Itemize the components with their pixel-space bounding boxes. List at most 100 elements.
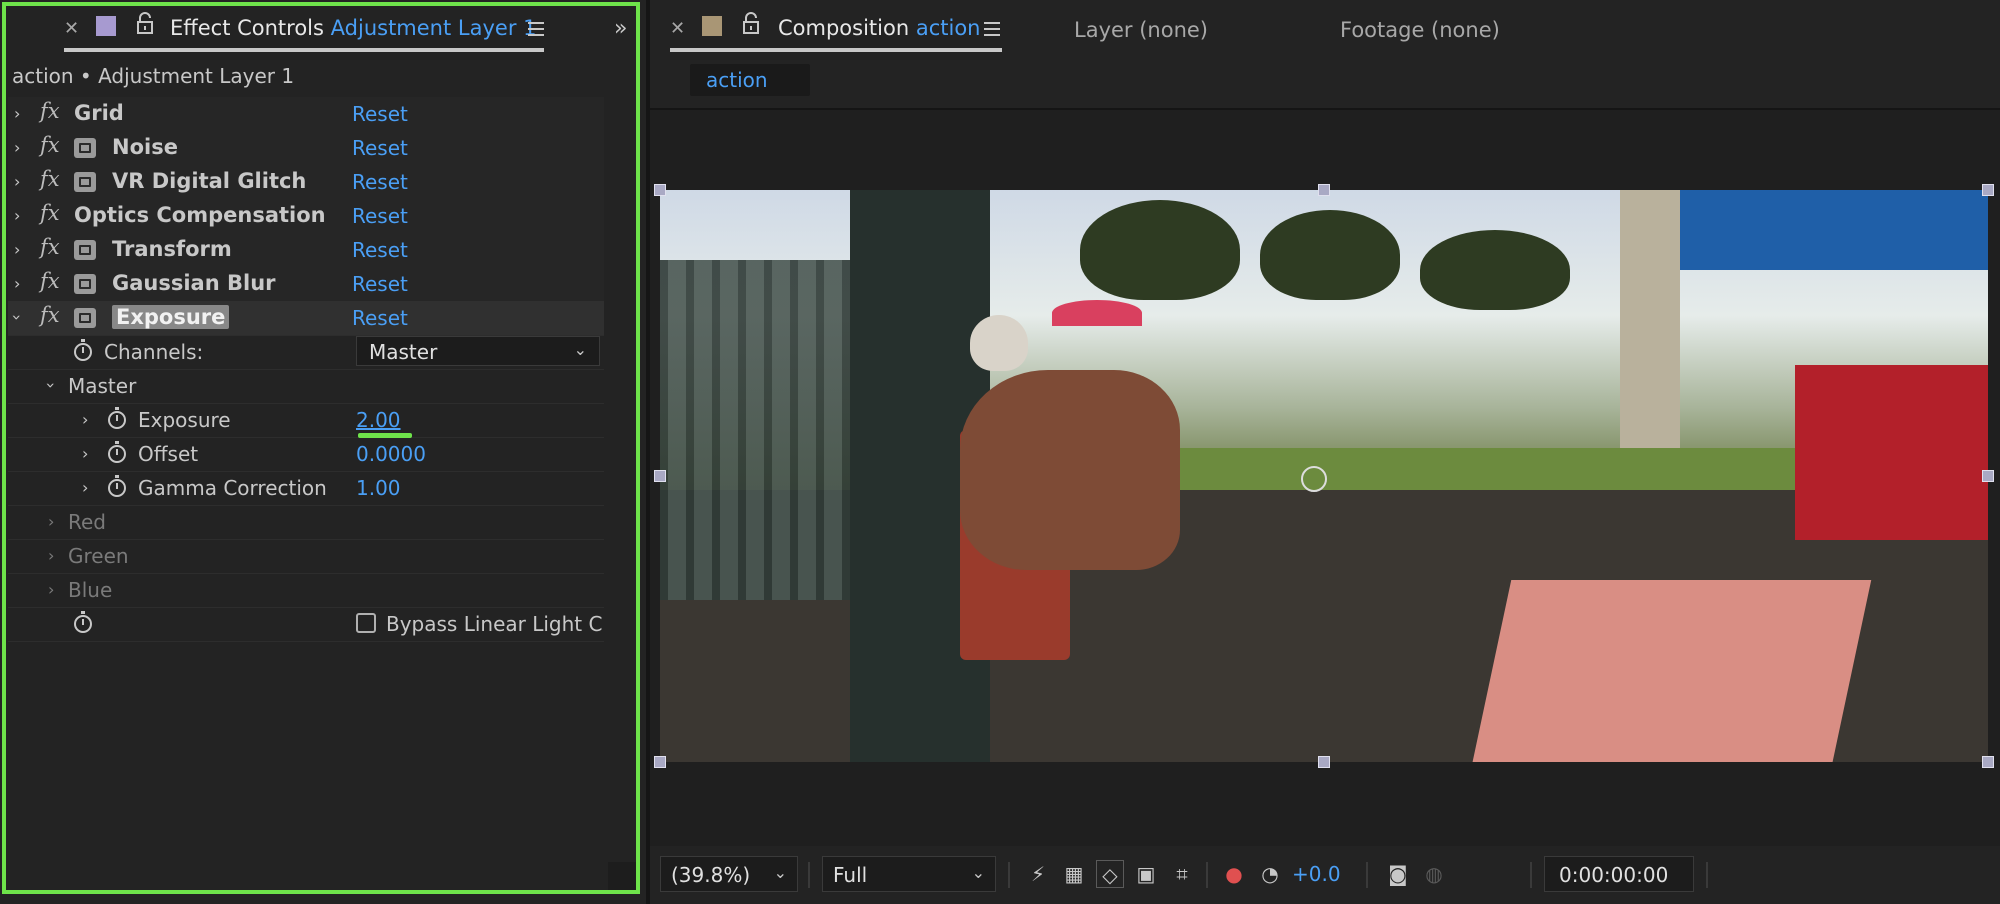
show-snapshot-icon[interactable]: ◍	[1420, 860, 1448, 888]
toolbar-separator	[1706, 862, 1708, 888]
lock-icon[interactable]	[742, 12, 760, 34]
effect-row-optics-compensation[interactable]: › fx Optics Compensation Reset	[8, 199, 604, 234]
transform-handle[interactable]	[1982, 756, 1994, 768]
bypass-checkbox[interactable]	[356, 613, 376, 633]
chevron-right-icon[interactable]: ›	[14, 138, 20, 157]
chevron-right-icon[interactable]: ›	[48, 546, 54, 565]
chevron-right-icon[interactable]: ›	[48, 580, 54, 599]
viewer-toolbar: (39.8%) ⌄ Full ⌄ ⚡ ▦ ◇ ▣ ⌗ ● ◔ +0.0 ◙ ◍ …	[650, 850, 2000, 904]
toolbar-separator	[1366, 862, 1368, 888]
close-icon[interactable]: ✕	[670, 18, 685, 39]
reset-button[interactable]: Reset	[352, 238, 408, 262]
effect-name: Transform	[112, 237, 232, 261]
effect-row-exposure[interactable]: › fx Exposure Reset	[8, 301, 604, 336]
chevron-down-icon[interactable]: ›	[8, 314, 27, 320]
fast-previews-icon[interactable]: ⚡	[1024, 860, 1052, 888]
mask-path-visibility-icon[interactable]: ◇	[1096, 860, 1124, 888]
fx-icon[interactable]: fx	[40, 133, 60, 157]
transform-handle[interactable]	[654, 184, 666, 196]
resolution-dropdown[interactable]: Full ⌄	[822, 856, 996, 892]
lock-icon[interactable]	[136, 12, 154, 34]
chevron-right-icon[interactable]: ›	[82, 478, 88, 497]
dropdown-value: Master	[369, 340, 438, 364]
composition-viewer[interactable]	[650, 110, 2000, 846]
exposure-adjust-value[interactable]: +0.0	[1292, 862, 1341, 886]
fx-icon[interactable]: fx	[40, 167, 60, 191]
plugin-icon	[74, 240, 96, 260]
fx-icon[interactable]: fx	[40, 201, 60, 225]
comp-flowchart-chip[interactable]: action	[690, 64, 810, 96]
reset-button[interactable]: Reset	[352, 170, 408, 194]
param-row-gamma: › Gamma Correction 1.00	[8, 471, 604, 506]
fx-icon[interactable]: fx	[40, 269, 60, 293]
anchor-point-icon[interactable]	[1301, 466, 1327, 492]
chevron-right-icon[interactable]: ›	[14, 240, 20, 259]
menu-icon[interactable]	[984, 22, 1000, 40]
chevron-right-icon[interactable]: ›	[14, 104, 20, 123]
snapshot-icon[interactable]: ◙	[1384, 860, 1412, 888]
reset-button[interactable]: Reset	[352, 306, 408, 330]
transform-handle[interactable]	[1982, 470, 1994, 482]
effect-row-transform[interactable]: › fx Transform Reset	[8, 233, 604, 268]
reset-button[interactable]: Reset	[352, 204, 408, 228]
close-icon[interactable]: ✕	[64, 18, 79, 39]
guides-grid-icon[interactable]: ⌗	[1168, 860, 1196, 888]
fx-icon[interactable]: fx	[40, 235, 60, 259]
gamma-value[interactable]: 1.00	[356, 476, 401, 500]
transform-handle[interactable]	[1318, 756, 1330, 768]
transform-handle[interactable]	[1318, 184, 1330, 196]
footage-tab[interactable]: Footage (none)	[1340, 18, 1500, 42]
reset-button[interactable]: Reset	[352, 102, 408, 126]
composition-tab[interactable]: Composition action	[778, 16, 980, 40]
menu-icon[interactable]	[528, 22, 544, 40]
effect-controls-tab[interactable]: Effect Controls Adjustment Layer 1	[170, 16, 536, 40]
effect-row-noise[interactable]: › fx Noise Reset	[8, 131, 604, 166]
effect-row-gaussian-blur[interactable]: › fx Gaussian Blur Reset	[8, 267, 604, 302]
tab-label: Composition	[778, 16, 910, 40]
chevron-right-icon[interactable]: ›	[82, 444, 88, 463]
toolbar-separator	[1206, 862, 1208, 888]
chevron-right-icon[interactable]: ›	[14, 274, 20, 293]
channel-icon[interactable]: ●	[1220, 860, 1248, 888]
label-color-swatch[interactable]	[96, 16, 116, 36]
transform-handle[interactable]	[654, 756, 666, 768]
zoom-dropdown[interactable]: (39.8%) ⌄	[660, 856, 798, 892]
param-label: Channels:	[104, 340, 204, 364]
chevron-right-icon[interactable]: ›	[14, 172, 20, 191]
transform-handle[interactable]	[654, 470, 666, 482]
reset-button[interactable]: Reset	[352, 272, 408, 296]
chevron-down-icon[interactable]: ›	[42, 382, 61, 388]
label-color-swatch[interactable]	[702, 16, 722, 36]
composition-panel: ✕ Composition action Layer (none) Footag…	[650, 0, 2000, 904]
current-time-display[interactable]: 0:00:00:00	[1544, 856, 1694, 892]
stopwatch-icon[interactable]	[108, 475, 126, 497]
fx-icon[interactable]: fx	[40, 303, 60, 327]
effect-row-grid[interactable]: › fx Grid Reset	[8, 97, 604, 132]
stopwatch-icon[interactable]	[108, 407, 126, 429]
group-row-red[interactable]: › Red	[8, 505, 604, 540]
chevron-right-icon[interactable]: ›	[14, 206, 20, 225]
group-row-master[interactable]: › Master	[8, 369, 604, 404]
group-row-blue[interactable]: › Blue	[8, 573, 604, 608]
exposure-value[interactable]: 2.00	[356, 408, 401, 432]
channels-dropdown[interactable]: Master ⌄	[356, 336, 600, 366]
chevron-right-icon[interactable]: ›	[82, 410, 88, 429]
stopwatch-icon[interactable]	[74, 339, 92, 361]
chevron-right-icon[interactable]: ›	[48, 512, 54, 531]
plugin-icon	[74, 172, 96, 192]
offset-value[interactable]: 0.0000	[356, 442, 426, 466]
composition-navigator: action	[650, 56, 2000, 110]
fx-icon[interactable]: fx	[40, 99, 60, 123]
stopwatch-icon[interactable]	[74, 611, 92, 633]
transparency-grid-icon[interactable]: ▦	[1060, 860, 1088, 888]
reset-exposure-icon[interactable]: ◔	[1256, 860, 1284, 888]
layer-tab[interactable]: Layer (none)	[1074, 18, 1208, 42]
reset-button[interactable]: Reset	[352, 136, 408, 160]
transform-handle[interactable]	[1982, 184, 1994, 196]
param-label: Exposure	[138, 408, 231, 432]
expand-panels-icon[interactable]: »	[614, 16, 627, 41]
effect-row-vr-digital-glitch[interactable]: › fx VR Digital Glitch Reset	[8, 165, 604, 200]
group-row-green[interactable]: › Green	[8, 539, 604, 574]
region-of-interest-icon[interactable]: ▣	[1132, 860, 1160, 888]
stopwatch-icon[interactable]	[108, 441, 126, 463]
